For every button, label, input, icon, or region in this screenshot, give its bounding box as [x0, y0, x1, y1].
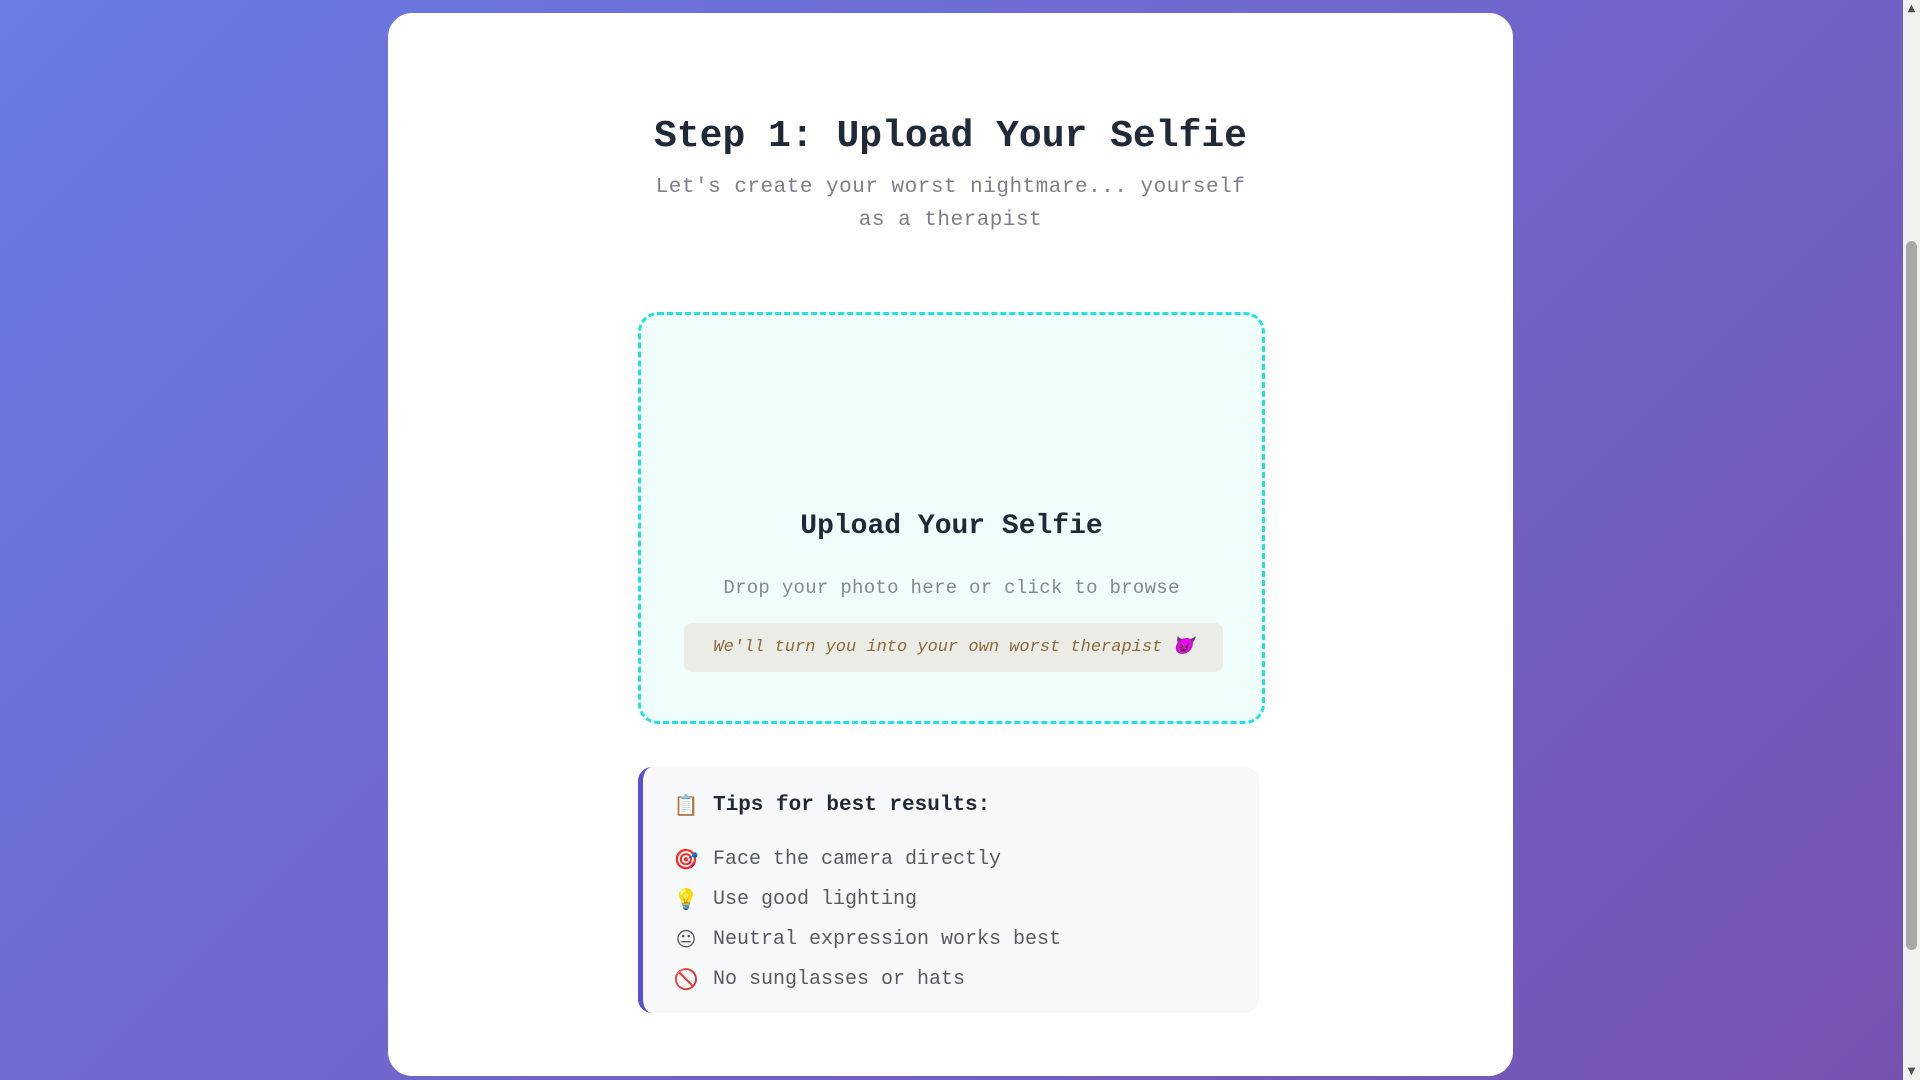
clipboard-icon: 📋 — [673, 793, 699, 817]
scrollbar-thumb[interactable] — [1906, 241, 1917, 950]
prohibited-icon: 🚫 — [673, 967, 699, 991]
upload-step-card: Step 1: Upload Your Selfie Let's create … — [388, 13, 1513, 1076]
scroll-down-arrow-icon[interactable]: ▼ — [1903, 1063, 1920, 1080]
dropzone-instruction: Drop your photo here or click to browse — [723, 577, 1180, 599]
scroll-up-arrow-icon[interactable]: ▲ — [1903, 0, 1920, 17]
tip-text: Neutral expression works best — [713, 927, 1062, 951]
vertical-scrollbar[interactable]: ▲ ▼ — [1903, 0, 1920, 1080]
page-subtitle: Let's create your worst nightmare... you… — [655, 176, 1246, 232]
neutral-face-icon: 😐 — [675, 927, 697, 951]
dropzone-note: We'll turn you into your own worst thera… — [684, 623, 1223, 672]
dropzone-title: Upload Your Selfie — [800, 511, 1103, 542]
tips-header: 📋 Tips for best results: — [673, 793, 991, 817]
list-item: 🎯 Face the camera directly — [673, 839, 1061, 879]
page-title: Step 1: Upload Your Selfie — [654, 115, 1247, 158]
lightbulb-icon: 💡 — [673, 887, 699, 911]
list-item: 😐 Neutral expression works best — [673, 919, 1062, 959]
selfie-dropzone[interactable]: Upload Your Selfie Drop your photo here … — [638, 312, 1265, 724]
list-item: 🚫 No sunglasses or hats — [673, 959, 1061, 999]
tips-panel: 📋 Tips for best results: 🎯 Face the came… — [638, 767, 1259, 1013]
tip-text: Face the camera directly — [713, 847, 1002, 871]
tip-text: Use good lighting — [713, 887, 918, 911]
list-item: 💡 Use good lighting — [673, 879, 1061, 919]
target-icon: 🎯 — [673, 847, 699, 871]
tips-list: 🎯 Face the camera directly 💡 Use good li… — [673, 839, 1062, 999]
tip-text: No sunglasses or hats — [713, 967, 966, 991]
tips-header-label: Tips for best results: — [713, 793, 991, 817]
